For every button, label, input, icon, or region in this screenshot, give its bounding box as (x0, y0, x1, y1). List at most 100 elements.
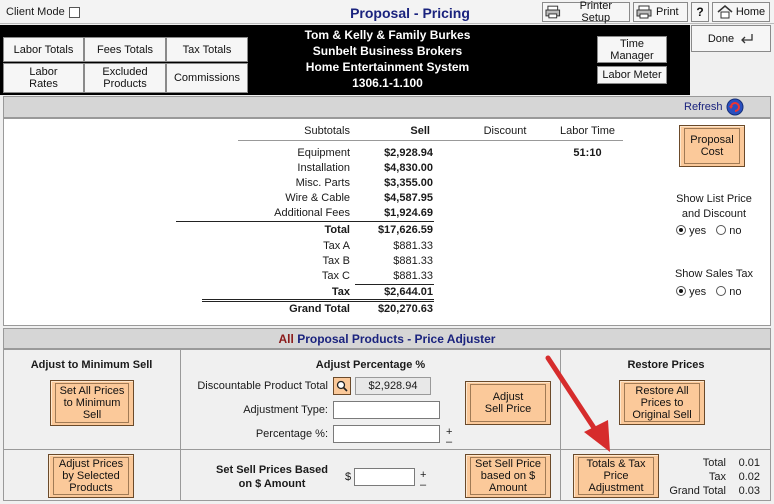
adjustment-type-field[interactable] (333, 401, 440, 419)
adjust-sell-price-button[interactable]: Adjust Sell Price (465, 381, 551, 425)
percentage-plus-minus[interactable]: + – (446, 427, 452, 448)
total-divider (176, 221, 434, 222)
row-additional-fees-label: Additional Fees (274, 207, 350, 219)
row-tax-a-value: $881.33 (393, 240, 433, 252)
row-tax-c-value: $881.33 (393, 270, 433, 282)
discountable-label: Discountable Product Total (197, 380, 328, 392)
list-price-yes-radio[interactable]: yes (676, 225, 706, 237)
row-tax-value: $2,644.01 (384, 286, 433, 298)
list-price-no-radio[interactable]: no (716, 225, 742, 237)
home-button[interactable]: Home (712, 2, 770, 22)
mini-totals: Total 0.01 Tax 0.02 Grand Total 0.03 (660, 456, 760, 498)
magnifier-icon (336, 380, 348, 392)
client-mode-checkbox[interactable] (68, 6, 80, 18)
tab-tax-totals[interactable]: Tax Totals (166, 37, 248, 62)
mini-total-row: Total 0.01 (702, 457, 760, 469)
tab-commissions[interactable]: Commissions (166, 63, 248, 93)
totals-tax-adjustment-button[interactable]: Totals & Tax Price Adjustment (573, 454, 659, 498)
row-installation-value: $4,830.00 (384, 162, 433, 174)
grand-total-divider-1 (202, 299, 434, 300)
annotation-arrow-icon (545, 355, 610, 452)
row-grand-total-value: $20,270.63 (377, 303, 433, 315)
adjuster-title: All Proposal Products - Price Adjuster (278, 332, 496, 346)
tab-labor-totals[interactable]: Labor Totals (3, 37, 84, 62)
labor-meter-button[interactable]: Labor Meter (597, 66, 667, 84)
row-misc-parts-value: $3,355.00 (384, 177, 433, 189)
row-additional-fees-value: $1,924.69 (384, 207, 433, 219)
refresh-button[interactable]: Refresh (684, 98, 744, 116)
row-equipment-label: Equipment (297, 147, 350, 159)
done-button[interactable]: Done (691, 25, 771, 52)
percentage-label: Percentage %: (255, 428, 328, 440)
client-name: Tom & Kelly & Family Burkes (304, 28, 471, 42)
row-tax-c-label: Tax C (321, 270, 350, 282)
col-labor-time: Labor Time (559, 125, 616, 137)
row-total-label: Total (324, 224, 350, 236)
set-sell-title: Set Sell Prices Based on $ Amount (216, 464, 328, 490)
row-equipment-labor: 51:10 (573, 147, 602, 159)
tab-excluded-products[interactable]: Excluded Products (84, 63, 166, 93)
printer-icon (636, 5, 652, 19)
dollar-sign: $ (345, 471, 352, 483)
tab-fees-totals[interactable]: Fees Totals (84, 37, 166, 62)
row-tax-b-label: Tax B (322, 255, 350, 267)
proposal-number: 1306.1-1.100 (352, 76, 423, 90)
client-info: Tom & Kelly & Family Burkes Sunbelt Busi… (280, 27, 495, 91)
grand-total-divider-2 (202, 301, 434, 302)
set-sell-price-button[interactable]: Set Sell Price based on $ Amount (465, 454, 551, 498)
company-name: Sunbelt Business Brokers (312, 44, 463, 58)
toolbar-strip (3, 96, 771, 118)
adjuster-divider-v1 (180, 349, 181, 501)
row-wire-cable-label: Wire & Cable (285, 192, 350, 204)
percentage-field[interactable] (333, 425, 440, 443)
return-arrow-icon (741, 33, 753, 43)
printer-icon (545, 5, 561, 19)
proposal-cost-button[interactable]: Proposal Cost (679, 125, 745, 167)
help-button[interactable]: ? (691, 2, 709, 22)
row-total-value: $17,626.59 (377, 224, 433, 236)
mini-tax-row: Tax 0.02 (708, 471, 760, 483)
col-sell: Sell (410, 125, 430, 137)
print-button[interactable]: Print (633, 2, 688, 22)
row-tax-label: Tax (331, 286, 350, 298)
amount-plus-minus[interactable]: + – (420, 470, 426, 491)
home-icon (717, 5, 733, 19)
row-tax-a-label: Tax A (323, 240, 350, 252)
show-sales-tax-label: Show Sales Tax (674, 268, 754, 280)
restore-prices-button[interactable]: Restore All Prices to Original Sell (619, 380, 705, 425)
adjust-by-selected-button[interactable]: Adjust Prices by Selected Products (48, 454, 134, 498)
help-icon: ? (696, 5, 704, 19)
system-name: Home Entertainment System (305, 60, 470, 74)
show-list-price-options: yes no (676, 225, 742, 237)
set-minimum-sell-button[interactable]: Set All Prices to Minimum Sell (50, 380, 134, 426)
show-list-price-label: Show List Price and Discount (676, 193, 752, 220)
client-mode-label: Client Mode (6, 6, 65, 18)
amount-field[interactable] (354, 468, 415, 486)
discountable-value: $2,928.94 (355, 377, 431, 395)
printer-setup-button[interactable]: Printer Setup (542, 0, 630, 24)
mini-grand-total-row: Grand Total 0.03 (669, 485, 760, 497)
col-subtotals: Subtotals (304, 125, 350, 137)
row-installation-label: Installation (297, 162, 350, 174)
show-sales-tax-options: yes no (676, 286, 742, 298)
tab-labor-rates[interactable]: Labor Rates (3, 63, 84, 93)
row-misc-parts-label: Misc. Parts (295, 177, 350, 189)
adjuster-divider-h (3, 449, 771, 450)
row-tax-b-value: $881.33 (393, 255, 433, 267)
adjustment-type-label: Adjustment Type: (243, 404, 328, 416)
client-mode-toggle[interactable]: Client Mode (6, 6, 80, 18)
min-sell-title: Adjust to Minimum Sell (30, 359, 153, 371)
row-wire-cable-value: $4,587.95 (384, 192, 433, 204)
tax-divider (355, 284, 434, 285)
sales-tax-no-radio[interactable]: no (716, 286, 742, 298)
row-equipment-value: $2,928.94 (384, 147, 433, 159)
refresh-icon (726, 98, 744, 116)
sales-tax-yes-radio[interactable]: yes (676, 286, 706, 298)
header-divider (238, 140, 623, 141)
pct-title: Adjust Percentage % (315, 359, 426, 371)
row-grand-total-label: Grand Total (289, 303, 350, 315)
time-manager-button[interactable]: Time Manager (597, 36, 667, 63)
col-discount: Discount (483, 125, 527, 137)
page-title: Proposal - Pricing (350, 5, 470, 21)
discountable-lookup-button[interactable] (333, 377, 351, 395)
